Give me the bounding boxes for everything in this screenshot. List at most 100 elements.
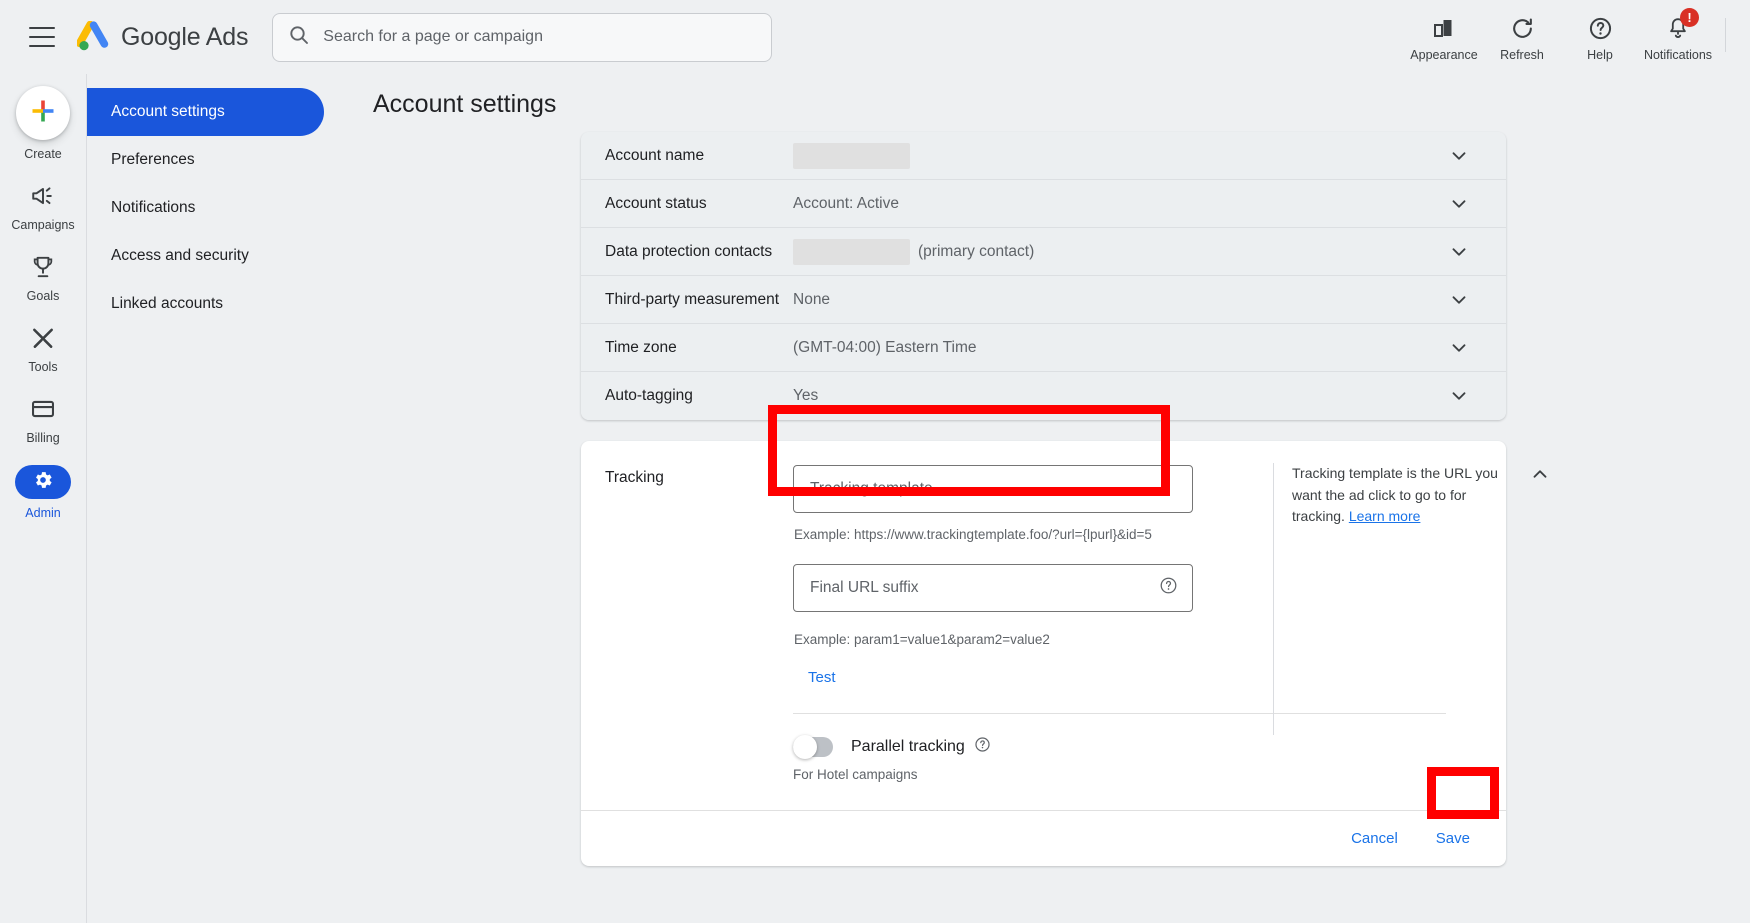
setting-row-auto-tagging[interactable]: Auto-tagging Yes — [581, 372, 1506, 420]
notifications-label: Notifications — [1643, 48, 1713, 62]
settings-sidebar: Account settings Preferences Notificatio… — [86, 74, 346, 923]
help-button[interactable]: Help — [1561, 6, 1639, 62]
rail-item-tools[interactable]: Tools — [0, 323, 86, 374]
search-placeholder: Search for a page or campaign — [323, 28, 543, 45]
google-ads-mark-icon — [75, 20, 111, 53]
learn-more-link[interactable]: Learn more — [1349, 508, 1421, 524]
setting-label: Third-party measurement — [605, 290, 780, 308]
google-ads-account-settings-page: Google Ads Search for a page or campaign — [0, 0, 1750, 923]
toggle-knob — [793, 735, 817, 759]
sidebar-item-label: Account settings — [111, 103, 225, 120]
tracking-template-input[interactable]: Tracking template — [793, 465, 1193, 513]
gear-icon — [32, 469, 54, 496]
sidebar-item-label: Linked accounts — [111, 295, 224, 312]
help-label: Help — [1587, 48, 1613, 62]
final-url-suffix-input[interactable]: Final URL suffix — [793, 564, 1193, 612]
help-icon — [1588, 14, 1613, 42]
setting-value: None — [793, 290, 831, 308]
page-title: Account settings — [373, 90, 557, 118]
parallel-tracking-label-group: Parallel tracking — [851, 736, 991, 758]
setting-value: (primary contact) — [793, 238, 1035, 265]
rail-label-billing: Billing — [26, 431, 60, 445]
rail-item-admin[interactable]: Admin — [0, 465, 86, 520]
chevron-down-icon[interactable] — [1448, 228, 1470, 275]
setting-value: Yes — [793, 387, 819, 404]
tracking-help-text: Tracking template is the URL you want th… — [1292, 463, 1517, 528]
sidebar-item-label: Preferences — [111, 151, 195, 168]
admin-active-pill — [15, 465, 71, 499]
sidebar-item-account-settings[interactable]: Account settings — [87, 88, 324, 136]
google-ads-logo[interactable]: Google Ads — [75, 20, 248, 53]
main-content: Account settings Account name Account st… — [346, 74, 1750, 923]
redacted-value — [793, 238, 910, 265]
setting-row-third-party-measurement[interactable]: Third-party measurement None — [581, 276, 1506, 324]
sidebar-item-notifications[interactable]: Notifications — [87, 184, 324, 232]
tracking-body: Tracking Tracking template Example: http… — [581, 441, 1547, 782]
tools-icon — [30, 323, 56, 353]
rail-item-campaigns[interactable]: Campaigns — [0, 181, 86, 232]
appearance-icon — [1432, 14, 1456, 42]
rail-label-goals: Goals — [26, 289, 60, 303]
setting-row-time-zone[interactable]: Time zone (GMT-04:00) Eastern Time — [581, 324, 1506, 372]
setting-row-data-protection-contacts[interactable]: Data protection contacts (primary contac… — [581, 228, 1506, 276]
sidebar-item-linked-accounts[interactable]: Linked accounts — [87, 280, 324, 328]
setting-label: Account name — [605, 146, 705, 164]
tracking-help-panel: Tracking template is the URL you want th… — [1273, 463, 1563, 735]
plus-icon — [30, 98, 56, 129]
rail-item-create[interactable]: Create — [0, 86, 86, 161]
credit-card-icon — [30, 394, 56, 424]
create-fab[interactable] — [16, 86, 70, 140]
setting-value: Account: Active — [793, 194, 899, 212]
search-input[interactable]: Search for a page or campaign — [272, 12, 773, 62]
brand-label: Google Ads — [121, 23, 248, 52]
help-circle-icon[interactable] — [1159, 576, 1178, 600]
chevron-up-icon[interactable] — [1529, 463, 1551, 490]
sidebar-item-access-and-security[interactable]: Access and security — [87, 232, 324, 280]
parallel-tracking-toggle[interactable] — [793, 735, 833, 759]
setting-value: (GMT-04:00) Eastern Time — [793, 338, 977, 356]
megaphone-icon — [30, 181, 56, 211]
sidebar-item-label: Notifications — [111, 199, 196, 216]
appearance-button[interactable]: Appearance — [1405, 6, 1483, 62]
setting-label: Data protection contacts — [605, 242, 773, 260]
sidebar-item-preferences[interactable]: Preferences — [87, 136, 324, 184]
rail-label-create: Create — [24, 147, 62, 161]
notifications-button[interactable]: ! Notifications — [1639, 6, 1717, 62]
tracking-template-placeholder: Tracking template — [810, 480, 933, 497]
navigation-rail: Create Campaigns Goals Tools Billing Adm… — [0, 74, 86, 923]
settings-content: Account name Account status Account: Act… — [581, 132, 1547, 866]
brand-google: Google — [121, 22, 201, 51]
refresh-button[interactable]: Refresh — [1483, 6, 1561, 62]
brand-ads: Ads — [205, 22, 249, 51]
search-icon — [289, 25, 309, 50]
chevron-down-icon[interactable] — [1448, 180, 1470, 227]
refresh-label: Refresh — [1500, 48, 1544, 62]
save-button[interactable]: Save — [1420, 821, 1486, 856]
setting-row-account-status[interactable]: Account status Account: Active — [581, 180, 1506, 228]
chevron-down-icon[interactable] — [1448, 372, 1470, 420]
account-settings-card: Account name Account status Account: Act… — [581, 132, 1506, 420]
setting-value — [793, 142, 910, 169]
setting-row-account-name[interactable]: Account name — [581, 132, 1506, 180]
parallel-tracking-row: Parallel tracking — [793, 735, 1476, 759]
help-circle-icon[interactable] — [974, 736, 991, 758]
tracking-section-label: Tracking — [605, 469, 664, 486]
refresh-icon — [1510, 14, 1535, 42]
rail-item-goals[interactable]: Goals — [0, 252, 86, 303]
sidebar-item-label: Access and security — [111, 247, 249, 264]
redacted-value — [793, 142, 910, 169]
hamburger-icon[interactable] — [29, 27, 55, 47]
rail-label-admin: Admin — [25, 506, 61, 520]
cancel-button[interactable]: Cancel — [1335, 821, 1414, 856]
chevron-down-icon[interactable] — [1448, 132, 1470, 179]
parallel-tracking-label: Parallel tracking — [851, 738, 965, 755]
primary-contact-suffix: (primary contact) — [918, 242, 1035, 260]
chevron-down-icon[interactable] — [1448, 324, 1470, 371]
setting-label: Account status — [605, 194, 707, 212]
final-url-suffix-placeholder: Final URL suffix — [810, 579, 919, 596]
chevron-down-icon[interactable] — [1448, 276, 1470, 323]
rail-item-billing[interactable]: Billing — [0, 394, 86, 445]
notification-badge: ! — [1680, 8, 1699, 27]
trophy-icon — [30, 252, 56, 282]
test-link[interactable]: Test — [808, 669, 836, 686]
